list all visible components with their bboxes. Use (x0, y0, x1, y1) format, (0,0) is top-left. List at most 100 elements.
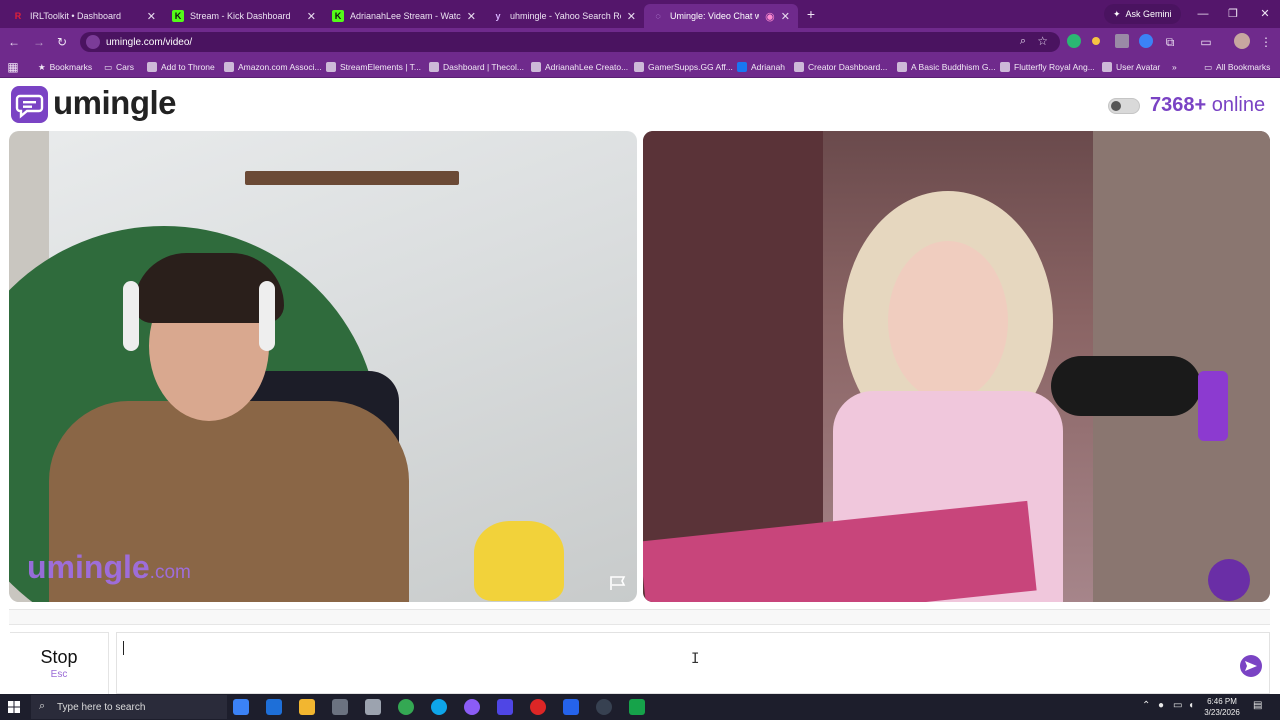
folder-icon: ▭ (1204, 61, 1213, 72)
avatar[interactable] (1234, 33, 1250, 49)
app-icon[interactable] (497, 699, 513, 715)
bookmark-item[interactable]: A Basic Buddhism G... (897, 60, 996, 74)
close-icon[interactable]: ✕ (467, 10, 476, 23)
close-icon[interactable]: ✕ (781, 10, 790, 23)
bookmark-label: Flutterfly Royal Ang... (1014, 62, 1095, 72)
minimize-button[interactable]: — (1188, 4, 1218, 24)
clock-time: 6:46 PM (1207, 697, 1237, 706)
tab-kick-dashboard[interactable]: K Stream - Kick Dashboard ✕ (164, 4, 324, 28)
toggle-knob (1111, 101, 1121, 111)
taskbar-search[interactable]: ⌕ Type here to search (31, 695, 227, 719)
forward-icon[interactable]: → (31, 34, 47, 50)
menu-icon[interactable]: ⋮ (1258, 34, 1274, 50)
theme-toggle[interactable] (1108, 98, 1140, 114)
url-text[interactable]: umingle.com/video/ (106, 37, 192, 48)
headphones (259, 281, 275, 351)
chrome-icon[interactable] (398, 699, 414, 715)
send-button[interactable] (1240, 655, 1262, 677)
bookmark-star-icon[interactable]: ☆ (1037, 34, 1048, 48)
bookmark-item[interactable]: AdrianahLee Creato... (531, 60, 628, 74)
tab-irltoolkit[interactable]: R IRLToolkit • Dashboard ✕ (4, 4, 164, 28)
file-explorer-icon[interactable] (299, 699, 315, 715)
irltoolkit-icon: R (14, 11, 22, 21)
new-tab-button[interactable]: + (803, 4, 819, 24)
pikachu-plush (474, 521, 564, 601)
opera-icon[interactable] (530, 699, 546, 715)
bookmark-label: AdrianahLee Creato... (545, 62, 629, 72)
windows-start-icon[interactable] (8, 701, 20, 713)
all-bookmarks-button[interactable]: ▭ All Bookmarks (1204, 60, 1270, 74)
ask-gemini-label: Ask Gemini (1125, 9, 1172, 19)
extension-icon[interactable] (1139, 34, 1153, 48)
bookmarks-bar: ▦ ★ Bookmarks ▭ Cars Add to Throne Amazon.… (0, 56, 1280, 78)
ask-gemini-button[interactable]: ✦ Ask Gemini (1104, 4, 1181, 24)
streaming-app-icon[interactable] (563, 699, 579, 715)
chevron-right-icon: » (1172, 62, 1177, 72)
close-icon[interactable]: ✕ (627, 10, 636, 23)
app-icon[interactable] (365, 699, 381, 715)
bookmark-item[interactable]: ▭ Cars (104, 60, 134, 74)
tab-title: uhmingle - Yahoo Search Result (510, 11, 621, 21)
bookmark-item[interactable]: ★ Bookmarks (38, 60, 92, 74)
text-caret (123, 641, 124, 655)
close-window-button[interactable]: ✕ (1250, 4, 1280, 24)
settings-icon[interactable] (332, 699, 348, 715)
discord-icon[interactable] (464, 699, 480, 715)
back-icon[interactable]: ← (6, 34, 22, 50)
reload-icon[interactable]: ↻ (54, 34, 70, 50)
report-flag-icon[interactable] (609, 575, 627, 591)
bookmark-label: A Basic Buddhism G... (911, 62, 996, 72)
text-cursor-icon: I (691, 651, 700, 667)
zoom-icon[interactable]: ⌕ (1020, 35, 1026, 48)
all-bookmarks-label: All Bookmarks (1216, 62, 1271, 72)
mk-icon (531, 62, 541, 72)
umingle-logo-text[interactable]: umingle (53, 84, 177, 122)
bookmark-item[interactable]: StreamElements | T... (326, 60, 421, 74)
bookmark-item[interactable]: GamerSupps.GG Aff... (634, 60, 733, 74)
bookmark-item[interactable]: Dashboard | Thecol... (429, 60, 524, 74)
bookmark-item[interactable]: Creator Dashboard... (794, 60, 887, 74)
umingle-logo-icon[interactable] (11, 86, 48, 123)
bookmark-item[interactable]: User Avatar (1102, 60, 1160, 74)
bookmark-item[interactable]: Adrianah (737, 60, 785, 74)
bookmark-item[interactable]: Flutterfly Royal Ang... (1000, 60, 1095, 74)
side-panel-icon[interactable]: ▭ (1198, 34, 1214, 50)
bookmark-item[interactable]: Amazon.com Associ... (224, 60, 322, 74)
apps-grid-icon[interactable]: ▦ (5, 59, 21, 75)
volume-icon[interactable]: ◖ (1188, 700, 1194, 711)
online-count: 7368+ (1150, 94, 1207, 116)
site-info-icon[interactable] (86, 35, 100, 49)
copilot-icon[interactable] (233, 699, 249, 715)
throne-icon (147, 62, 157, 72)
more-bookmarks-button[interactable]: » (1172, 60, 1177, 74)
microphone-icon[interactable]: ● (1158, 700, 1164, 711)
flutterfly-icon (1000, 62, 1010, 72)
extension-icon[interactable] (1092, 37, 1100, 45)
tray-chevron-icon[interactable]: ⌃ (1142, 700, 1150, 711)
creator-icon (794, 62, 804, 72)
translate-icon[interactable] (1115, 34, 1129, 48)
bookmark-item[interactable]: Add to Throne (147, 60, 215, 74)
address-bar[interactable]: umingle.com/video/ ⌕ ☆ (80, 32, 1060, 52)
edge-icon[interactable] (431, 699, 447, 715)
bookmark-label: Amazon.com Associ... (238, 62, 322, 72)
taskbar-clock[interactable]: 6:46 PM 3/23/2026 (1196, 696, 1248, 718)
stop-button[interactable]: Stop Esc (10, 632, 109, 694)
bookmark-label: User Avatar (1116, 62, 1161, 72)
tab-yahoo-search[interactable]: y uhmingle - Yahoo Search Result ✕ (484, 4, 644, 28)
notifications-icon[interactable]: ▤ (1253, 700, 1262, 711)
network-icon[interactable]: ▭ (1173, 700, 1182, 711)
maximize-button[interactable]: ❐ (1218, 4, 1248, 24)
bookmark-label: Add to Throne (161, 62, 215, 72)
tab-adrianahlee-stream[interactable]: K AdrianahLee Stream - Watch Li ✕ (324, 4, 484, 28)
grammarly-icon[interactable] (1067, 34, 1081, 48)
store-icon[interactable] (266, 699, 282, 715)
close-icon[interactable]: ✕ (147, 10, 156, 23)
tab-umingle[interactable]: ◌ Umingle: Video Chat with S ◉ ✕ (644, 4, 798, 28)
close-icon[interactable]: ✕ (307, 10, 316, 23)
app-icon[interactable] (629, 699, 645, 715)
streamelements-icon (326, 62, 336, 72)
tab-title: IRLToolkit • Dashboard (30, 11, 122, 21)
obs-icon[interactable] (596, 699, 612, 715)
extensions-puzzle-icon[interactable]: ⧉ (1162, 34, 1178, 50)
